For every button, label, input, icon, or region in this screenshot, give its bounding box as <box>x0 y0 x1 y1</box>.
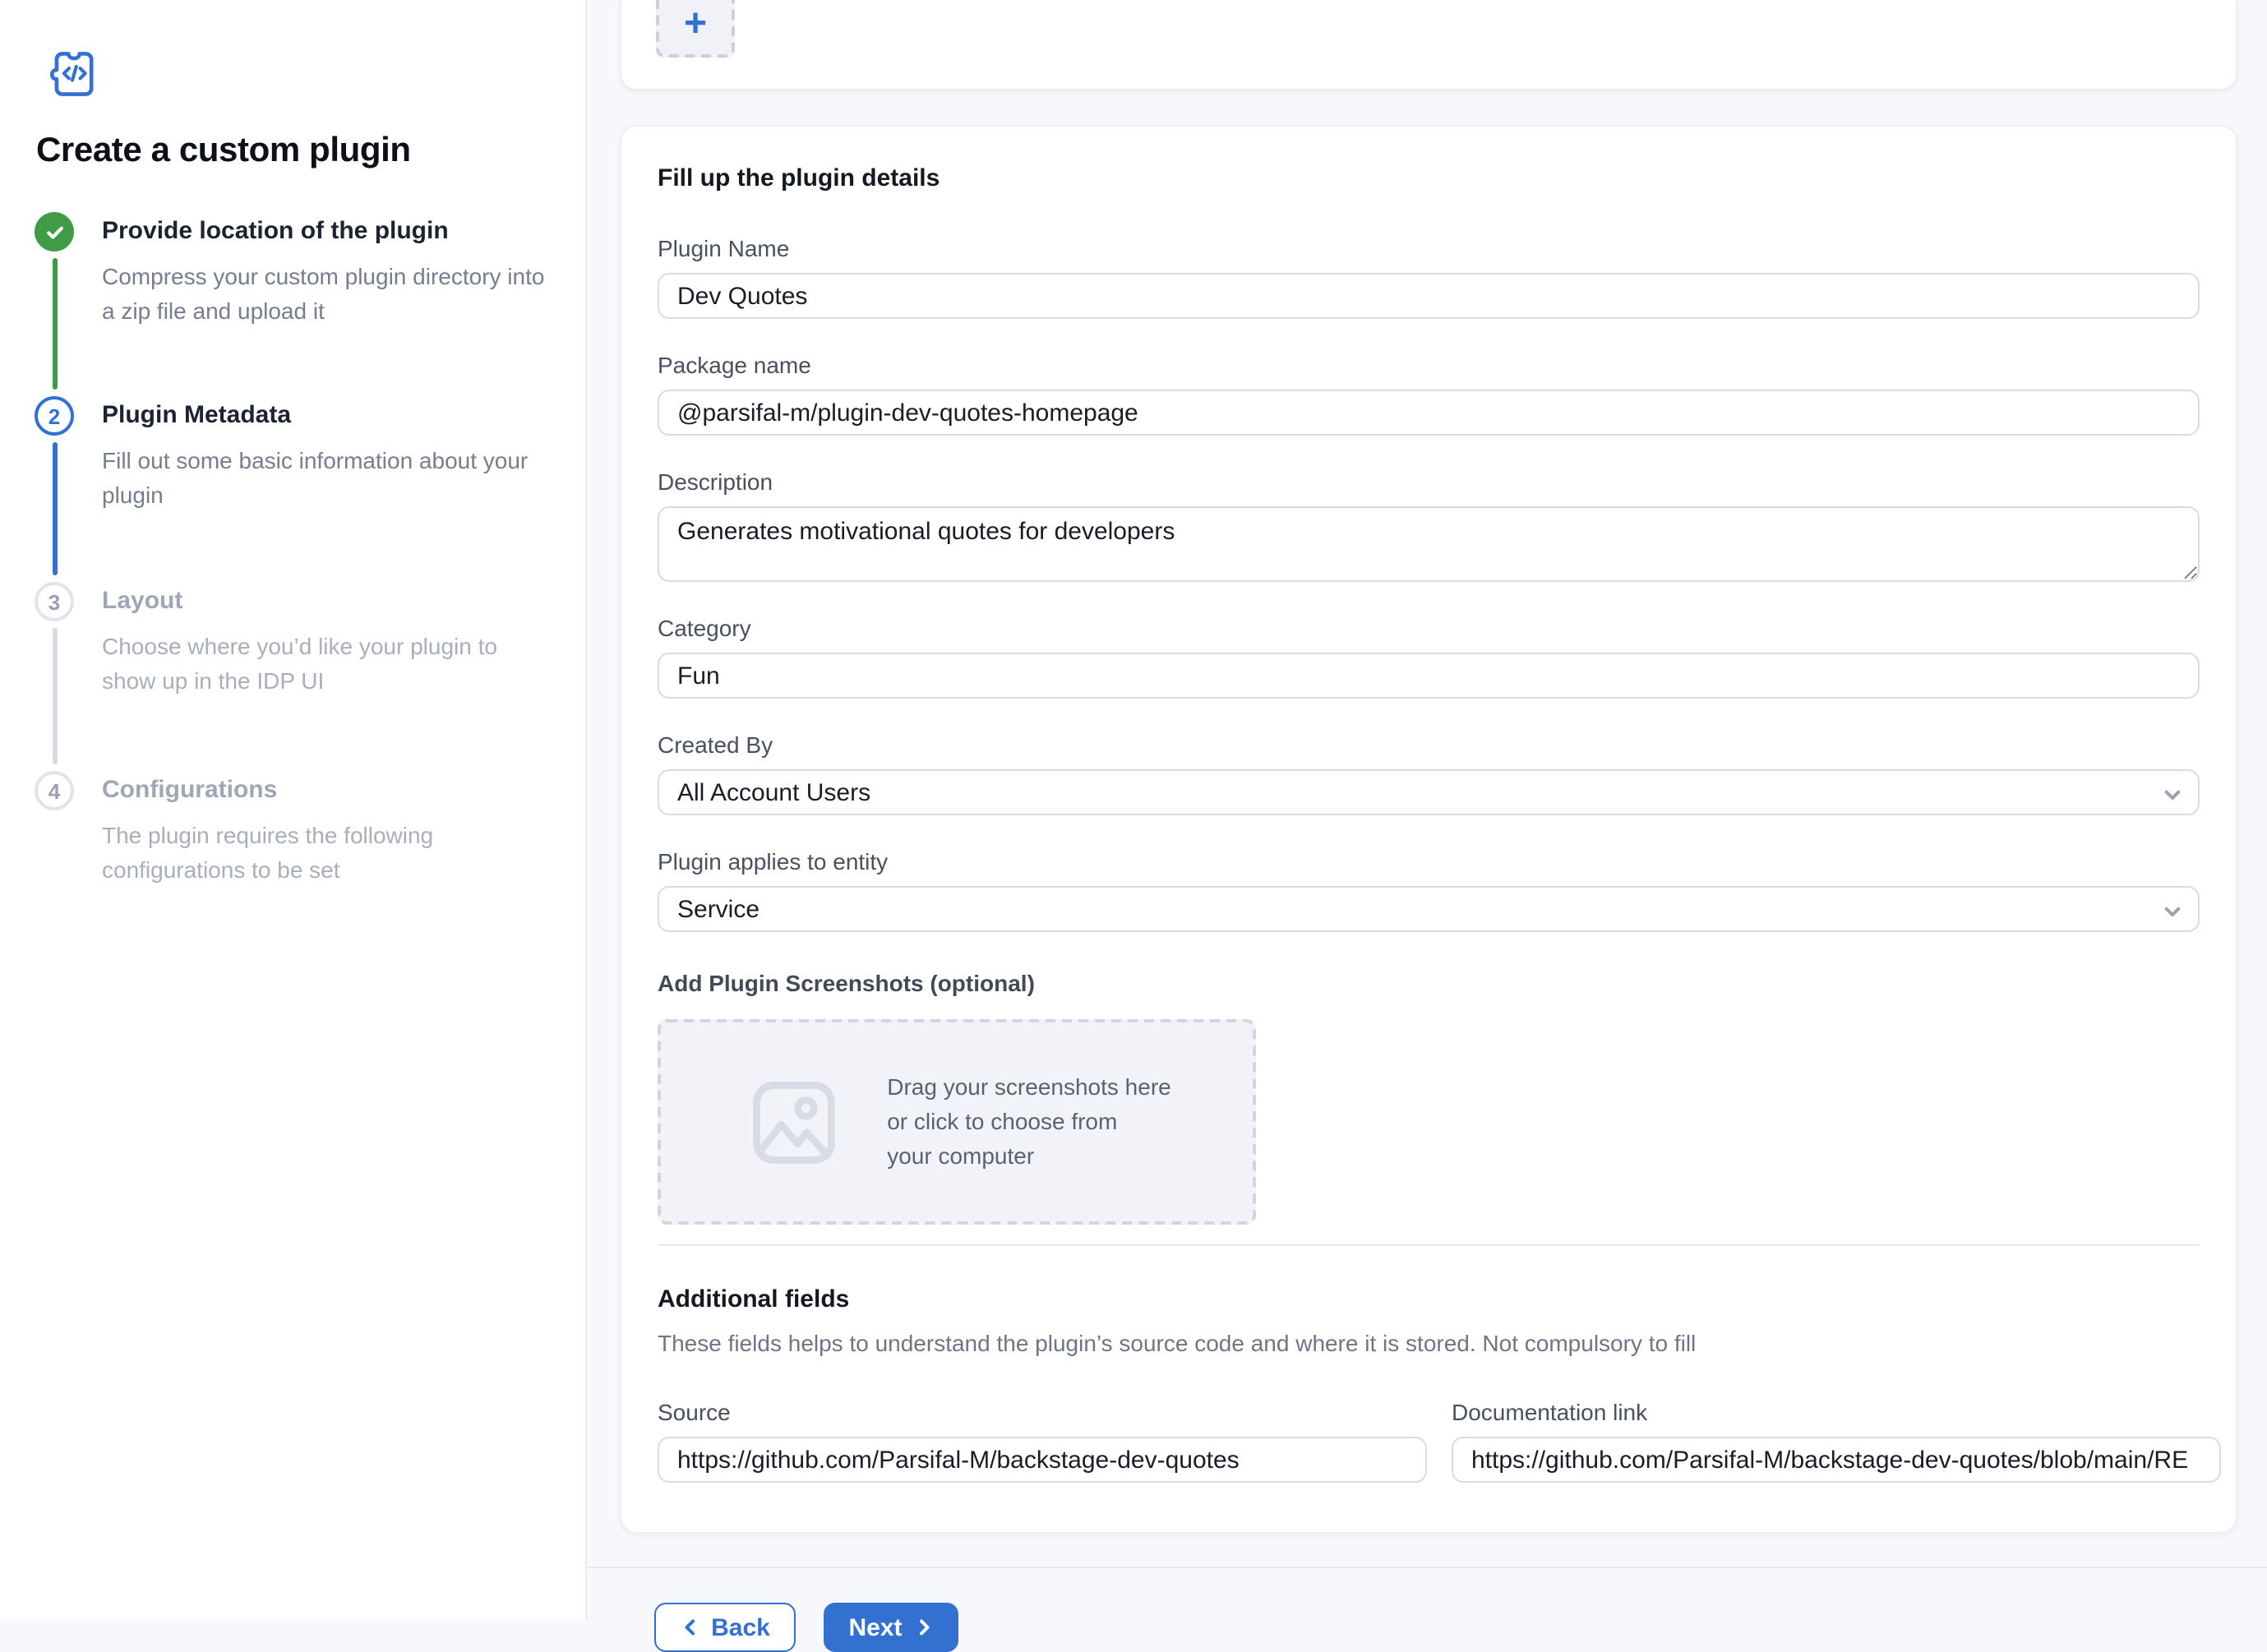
plugin-name-label: Plugin Name <box>658 235 2200 261</box>
step-description: The plugin requires the following config… <box>102 819 549 888</box>
next-button-label: Next <box>848 1613 902 1641</box>
description-label: Description <box>658 468 2200 495</box>
step-number-badge: 4 <box>35 771 74 810</box>
card-heading: Fill up the plugin details <box>658 164 2200 192</box>
add-upload-tile-button[interactable]: + <box>656 0 735 58</box>
step-item-configurations: 4 Configurations The plugin requires the… <box>35 771 552 888</box>
additional-fields-subtext: These fields helps to understand the plu… <box>658 1330 2200 1356</box>
section-divider <box>658 1244 2200 1246</box>
wizard-steps: Provide location of the plugin Compress … <box>35 212 552 935</box>
dropzone-line: or click to choose from <box>887 1105 1171 1139</box>
dropzone-line: your computer <box>887 1139 1171 1174</box>
description-textarea[interactable]: Generates motivational quotes for develo… <box>658 506 2200 582</box>
package-name-input[interactable] <box>658 390 2200 436</box>
step-title: Plugin Metadata <box>102 396 552 429</box>
step-complete-circle <box>35 212 74 251</box>
step-number-badge: 3 <box>35 582 74 621</box>
dropzone-text: Drag your screenshots here or click to c… <box>887 1070 1171 1174</box>
main-content: + Fill up the plugin details Plugin Name… <box>587 0 2267 1619</box>
create-custom-plugin-page: Create a custom plugin Provide location … <box>0 0 2267 1619</box>
created-by-select[interactable]: All Account Users <box>658 769 2200 815</box>
footer-actions: Back Next <box>620 1568 2237 1652</box>
package-name-field-group: Package name <box>658 352 2200 436</box>
step-title: Layout <box>102 582 552 615</box>
step-number-badge: 2 <box>35 396 74 436</box>
category-field-group: Category <box>658 615 2200 699</box>
image-placeholder-icon <box>742 1071 844 1173</box>
step-description: Fill out some basic information about yo… <box>102 444 549 513</box>
step-item-layout: 3 Layout Choose where you’d like your pl… <box>35 582 552 699</box>
entity-field-group: Plugin applies to entity Service <box>658 848 2200 932</box>
next-button[interactable]: Next <box>824 1603 958 1652</box>
source-field-group: Source <box>658 1399 1427 1483</box>
source-label: Source <box>658 1399 1427 1425</box>
screenshots-label: Add Plugin Screenshots (optional) <box>658 970 2200 996</box>
plugin-name-input[interactable] <box>658 273 2200 319</box>
documentation-label: Documentation link <box>1452 1399 2221 1425</box>
chevron-right-icon <box>914 1617 934 1637</box>
step-description: Choose where you’d like your plugin to s… <box>102 630 549 699</box>
screenshots-dropzone[interactable]: Drag your screenshots here or click to c… <box>658 1019 1256 1225</box>
category-label: Category <box>658 615 2200 641</box>
created-by-field-group: Created By All Account Users <box>658 731 2200 815</box>
documentation-field-group: Documentation link <box>1452 1399 2221 1483</box>
chevron-left-icon <box>680 1617 699 1637</box>
back-button[interactable]: Back <box>654 1603 796 1652</box>
plugin-name-field-group: Plugin Name <box>658 235 2200 319</box>
source-input[interactable] <box>658 1437 1427 1483</box>
check-icon <box>44 221 65 242</box>
back-button-label: Back <box>711 1613 770 1641</box>
documentation-input[interactable] <box>1452 1437 2221 1483</box>
created-by-label: Created By <box>658 731 2200 758</box>
wizard-sidebar: Create a custom plugin Provide location … <box>0 0 587 1619</box>
upload-strip-card: + <box>620 0 2237 90</box>
plugin-details-card: Fill up the plugin details Plugin Name P… <box>620 125 2237 1534</box>
dropzone-line: Drag your screenshots here <box>887 1070 1171 1105</box>
step-item-plugin-metadata: 2 Plugin Metadata Fill out some basic in… <box>35 396 552 513</box>
category-input[interactable] <box>658 653 2200 699</box>
package-name-label: Package name <box>658 352 2200 378</box>
step-title: Provide location of the plugin <box>102 212 552 245</box>
entity-label: Plugin applies to entity <box>658 848 2200 874</box>
code-plugin-logo-icon <box>44 49 100 99</box>
step-description: Compress your custom plugin directory in… <box>102 260 549 329</box>
page-title: Create a custom plugin <box>36 132 552 171</box>
description-field-group: Description Generates motivational quote… <box>658 468 2200 582</box>
step-item-provide-location: Provide location of the plugin Compress … <box>35 212 552 329</box>
entity-select[interactable]: Service <box>658 886 2200 932</box>
plus-icon: + <box>684 1 707 47</box>
additional-fields-heading: Additional fields <box>658 1285 2200 1313</box>
step-title: Configurations <box>102 771 552 804</box>
